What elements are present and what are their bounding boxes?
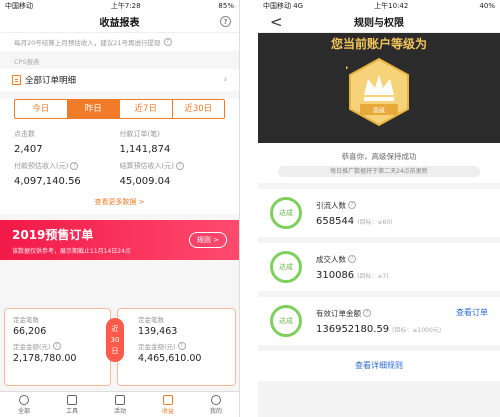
clock: 上午10:42 bbox=[374, 1, 409, 10]
criteria-card: 达成 引流人数? 658544 (目标：≥60) bbox=[258, 189, 500, 243]
nav-bar: < 规则与权限 bbox=[258, 11, 500, 33]
more-data-link[interactable]: 查看更多数据 > bbox=[0, 187, 239, 214]
view-orders-link[interactable]: 查看订单 bbox=[456, 307, 488, 318]
crown-badge-icon: 高级 ✦ bbox=[346, 57, 409, 127]
help-icon[interactable]: ? bbox=[220, 16, 231, 27]
settlement-notice: 每月20号结算上月预估收入，建议21号再进行提现 ? bbox=[0, 33, 239, 51]
clock: 上午7:28 bbox=[110, 1, 141, 10]
chevron-right-icon: › bbox=[223, 75, 227, 85]
nav-activity[interactable]: 活动 bbox=[96, 392, 144, 417]
nav-tools[interactable]: 工具 bbox=[48, 392, 96, 417]
info-icon[interactable]: ? bbox=[177, 342, 186, 350]
achieved-badge: 达成 bbox=[270, 251, 302, 283]
nav-bar: 收益报表 ? bbox=[0, 11, 239, 33]
period-tabs: 今日 昨日 近7日 近30日 bbox=[14, 99, 225, 119]
view-rules-link[interactable]: 查看详细规则 bbox=[258, 351, 500, 381]
achieved-badge: 达成 bbox=[270, 197, 302, 229]
info-icon[interactable]: ? bbox=[52, 342, 61, 350]
stat-paid-orders: 付款订单(笔) 1,141,874 bbox=[119, 130, 171, 155]
info-icon[interactable]: ? bbox=[70, 162, 79, 170]
tab-yesterday[interactable]: 昨日 bbox=[67, 100, 120, 118]
info-icon[interactable]: ? bbox=[163, 38, 172, 46]
criteria-card: 达成 成交人数? 310086 (目标：≥7) bbox=[258, 243, 500, 297]
presale-banner: 2019预售订单 该数据仅供参考，展示期截止11月14日24点 规则 > bbox=[0, 220, 239, 260]
stat-settled-income: 结算预估收入(元)? 45,009.04 bbox=[120, 161, 226, 187]
right-screen: 中国移动 4G 上午10:42 40% < 规则与权限 您当前账户等级为 高级 … bbox=[258, 0, 500, 417]
battery: 85% bbox=[218, 1, 234, 10]
info-icon[interactable]: ? bbox=[363, 309, 371, 317]
document-icon bbox=[12, 75, 21, 85]
user-icon bbox=[211, 394, 221, 405]
rules-button[interactable]: 规则 > bbox=[188, 232, 227, 248]
svg-text:✦: ✦ bbox=[346, 64, 350, 74]
nav-earnings[interactable]: 收益 bbox=[144, 392, 192, 417]
presale-card-left: 定金笔数 66,206 定金金额(元)? 2,178,780.00 bbox=[4, 308, 111, 386]
tab-30days[interactable]: 近30日 bbox=[173, 100, 225, 118]
carrier: 中国移动 4G bbox=[263, 1, 304, 10]
page-title: 收益报表 bbox=[99, 18, 140, 29]
grid-icon bbox=[115, 394, 125, 405]
nav-all[interactable]: 全部 bbox=[0, 392, 48, 417]
info-icon[interactable]: ? bbox=[348, 201, 356, 209]
criteria-card: 达成 有效订单金额? 136952180.59 (目标：≥1000元) 查看订单 bbox=[258, 297, 500, 351]
period-30-days-tag: 近 30 日 bbox=[106, 318, 124, 362]
congrats-text: 恭喜你，高级保持成功 bbox=[341, 152, 417, 161]
status-bar: 中国移动 4G 上午10:42 40% bbox=[258, 0, 500, 11]
tab-today[interactable]: 今日 bbox=[15, 100, 68, 118]
tab-7days[interactable]: 近7日 bbox=[120, 100, 173, 118]
update-notice: 每日推广数据将于第二天24点前更新 bbox=[278, 166, 480, 177]
home-icon bbox=[19, 394, 29, 405]
bottom-nav: 全部 工具 活动 收益 我的 bbox=[0, 391, 239, 417]
nav-me[interactable]: 我的 bbox=[192, 392, 239, 417]
section-label: CPS报表 bbox=[14, 58, 40, 66]
all-orders-label: 全部订单明细 bbox=[25, 76, 77, 86]
status-bar: 中国移动 上午7:28 85% bbox=[0, 0, 239, 11]
stats-grid: 点击数 2,407 付款订单(笔) 1,141,874 付款预估收入(元)? 4… bbox=[0, 123, 239, 187]
all-orders-row[interactable]: 全部订单明细 › bbox=[0, 69, 239, 91]
badge-label: 高级 bbox=[373, 107, 385, 115]
battery: 40% bbox=[479, 1, 495, 10]
presale-card-right: 定金笔数 139,463 定金金额(元)? 4,465,610.00 bbox=[117, 308, 236, 386]
hero-title: 您当前账户等级为 bbox=[330, 37, 427, 51]
achieved-badge: 达成 bbox=[270, 305, 302, 337]
toolbox-icon bbox=[67, 394, 77, 405]
stat-paid-income: 付款预估收入(元)? 4,097,140.56 bbox=[14, 162, 81, 187]
page-title: 规则与权限 bbox=[354, 18, 404, 29]
earnings-icon bbox=[163, 394, 173, 405]
info-icon[interactable]: ? bbox=[348, 255, 356, 263]
left-screen: 中国移动 上午7:28 85% 收益报表 ? 每月20号结算上月预估收入，建议2… bbox=[0, 0, 240, 417]
back-button[interactable]: < bbox=[270, 13, 283, 31]
carrier: 中国移动 bbox=[5, 1, 33, 10]
level-hero: 您当前账户等级为 高级 ✦ bbox=[258, 33, 500, 143]
stat-clicks: 点击数 2,407 bbox=[14, 130, 43, 155]
info-icon[interactable]: ? bbox=[175, 162, 184, 170]
